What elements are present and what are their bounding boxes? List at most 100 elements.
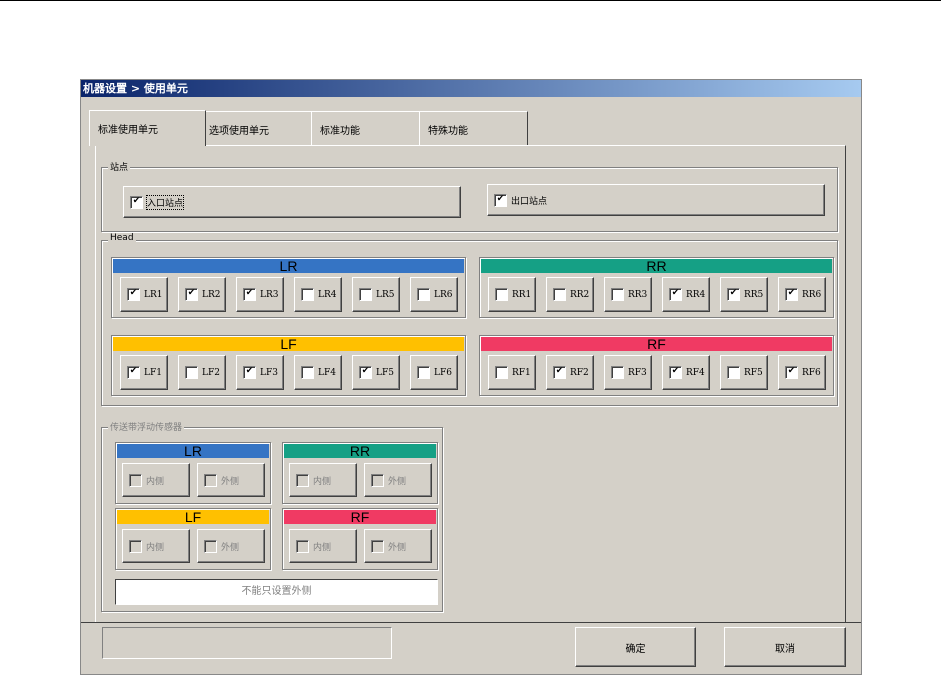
unit-checkbox-lf2[interactable]: LF2 (178, 355, 226, 390)
exit-station-checkbox[interactable]: ✔ 出口站点 (487, 184, 825, 216)
unit-checkbox-rf6[interactable]: ✔ RF6 (778, 355, 826, 390)
unit-header: RF (284, 510, 436, 525)
sensor-outer-checkbox[interactable]: 外侧 (364, 463, 432, 497)
checkbox-icon: ✔ (243, 288, 256, 301)
checkbox-icon (495, 366, 508, 379)
checkbox-icon (727, 366, 740, 379)
checkbox-icon (296, 539, 309, 553)
unit-label: LR4 (318, 289, 337, 300)
entry-station-label: 入口站点 (145, 194, 185, 210)
sensor-outer-label: 外侧 (388, 542, 407, 553)
checkbox-icon (611, 288, 624, 301)
checkbox-icon (129, 473, 142, 487)
sensor-outer-checkbox[interactable]: 外侧 (197, 463, 265, 497)
unit-label: LR1 (144, 289, 163, 300)
sensor-inner-checkbox[interactable]: 内侧 (122, 463, 190, 497)
unit-label: RF6 (802, 367, 821, 378)
unit-checkbox-lr1[interactable]: ✔ LR1 (120, 277, 168, 312)
checkbox-icon (296, 473, 309, 487)
sensor-warning-message: 不能只设置外侧 (115, 579, 438, 605)
unit-label: RF1 (512, 367, 531, 378)
conveyor-sensor-legend: 传送带浮动传感器 (108, 420, 185, 433)
checkbox-icon: ✔ (130, 195, 143, 209)
checkbox-icon (417, 366, 430, 379)
checkbox-icon: ✔ (785, 288, 798, 301)
unit-checkbox-lr6[interactable]: LR6 (410, 277, 458, 312)
unit-label: LR5 (376, 289, 395, 300)
unit-checkbox-lf4[interactable]: LF4 (294, 355, 342, 390)
unit-checkbox-rr1[interactable]: RR1 (488, 277, 536, 312)
head-legend: Head (108, 233, 136, 243)
unit-checkbox-lr5[interactable]: LR5 (352, 277, 400, 312)
sensor-inner-label: 内侧 (146, 476, 165, 487)
tab-standard-units[interactable]: 标准使用单元 (89, 110, 206, 146)
sensor-inner-checkbox[interactable]: 内侧 (289, 463, 357, 497)
unit-label: LF6 (434, 367, 452, 378)
unit-header: LF (113, 337, 464, 352)
unit-checkbox-rf2[interactable]: ✔ RF2 (546, 355, 594, 390)
unit-checkbox-lf3[interactable]: ✔ LF3 (236, 355, 284, 390)
checkbox-icon: ✔ (127, 366, 140, 379)
unit-header: RF (481, 337, 832, 352)
divider (81, 622, 861, 623)
checkbox-icon (495, 288, 508, 301)
unit-header: LR (113, 259, 464, 274)
unit-checkbox-rf3[interactable]: RF3 (604, 355, 652, 390)
cancel-button[interactable]: 取消 (724, 627, 846, 667)
unit-label: RF5 (744, 367, 763, 378)
tab-optional-units[interactable]: 选项使用单元 (205, 111, 312, 146)
checkbox-icon (185, 366, 198, 379)
unit-label: LR3 (260, 289, 279, 300)
unit-checkbox-rr6[interactable]: ✔ RR6 (778, 277, 826, 312)
ok-button[interactable]: 确定 (575, 627, 696, 667)
unit-label: RF4 (686, 367, 705, 378)
checkbox-icon (553, 288, 566, 301)
unit-label: LF4 (318, 367, 336, 378)
unit-label: RR2 (570, 289, 590, 300)
entry-station-checkbox[interactable]: ✔ 入口站点 (123, 186, 461, 218)
unit-checkbox-rf1[interactable]: RF1 (488, 355, 536, 390)
tab-standard-functions[interactable]: 标准功能 (311, 111, 420, 146)
unit-label: RR3 (628, 289, 648, 300)
unit-label: LF1 (144, 367, 162, 378)
unit-label: RR6 (802, 289, 822, 300)
unit-label: RF2 (570, 367, 589, 378)
unit-checkbox-rr4[interactable]: ✔ RR4 (662, 277, 710, 312)
unit-checkbox-lf6[interactable]: LF6 (410, 355, 458, 390)
unit-checkbox-rr2[interactable]: RR2 (546, 277, 594, 312)
unit-label: LR6 (434, 289, 453, 300)
unit-header: RR (284, 444, 436, 459)
unit-checkbox-lr4[interactable]: LR4 (294, 277, 342, 312)
checkbox-icon (301, 366, 314, 379)
unit-checkbox-lf1[interactable]: ✔ LF1 (120, 355, 168, 390)
unit-label: RF3 (628, 367, 647, 378)
sensor-inner-label: 内侧 (313, 476, 332, 487)
sensor-outer-label: 外侧 (388, 476, 407, 487)
unit-checkbox-rr3[interactable]: RR3 (604, 277, 652, 312)
sensor-outer-checkbox[interactable]: 外侧 (197, 529, 265, 563)
unit-checkbox-rf5[interactable]: RF5 (720, 355, 768, 390)
checkbox-icon (301, 288, 314, 301)
unit-checkbox-rf4[interactable]: ✔ RF4 (662, 355, 710, 390)
unit-label: RR5 (744, 289, 764, 300)
checkbox-icon: ✔ (243, 366, 256, 379)
sensor-inner-checkbox[interactable]: 内侧 (122, 529, 190, 563)
unit-checkbox-rr5[interactable]: ✔ RR5 (720, 277, 768, 312)
window-title: 机器设置 > 使用单元 (81, 80, 861, 97)
sensor-outer-checkbox[interactable]: 外侧 (364, 529, 432, 563)
unit-label: RR1 (512, 289, 532, 300)
checkbox-icon (204, 473, 217, 487)
unit-checkbox-lr3[interactable]: ✔ LR3 (236, 277, 284, 312)
checkbox-icon: ✔ (494, 193, 507, 207)
sensor-outer-label: 外侧 (221, 542, 240, 553)
checkbox-icon (371, 539, 384, 553)
unit-checkbox-lf5[interactable]: ✔ LF5 (352, 355, 400, 390)
unit-checkbox-lr2[interactable]: ✔ LR2 (178, 277, 226, 312)
sensor-outer-label: 外侧 (221, 476, 240, 487)
sensor-inner-label: 内侧 (146, 542, 165, 553)
unit-label: LR2 (202, 289, 221, 300)
checkbox-icon (371, 473, 384, 487)
tab-special-functions[interactable]: 特殊功能 (419, 111, 528, 146)
sensor-inner-label: 内侧 (313, 542, 332, 553)
sensor-inner-checkbox[interactable]: 内侧 (289, 529, 357, 563)
